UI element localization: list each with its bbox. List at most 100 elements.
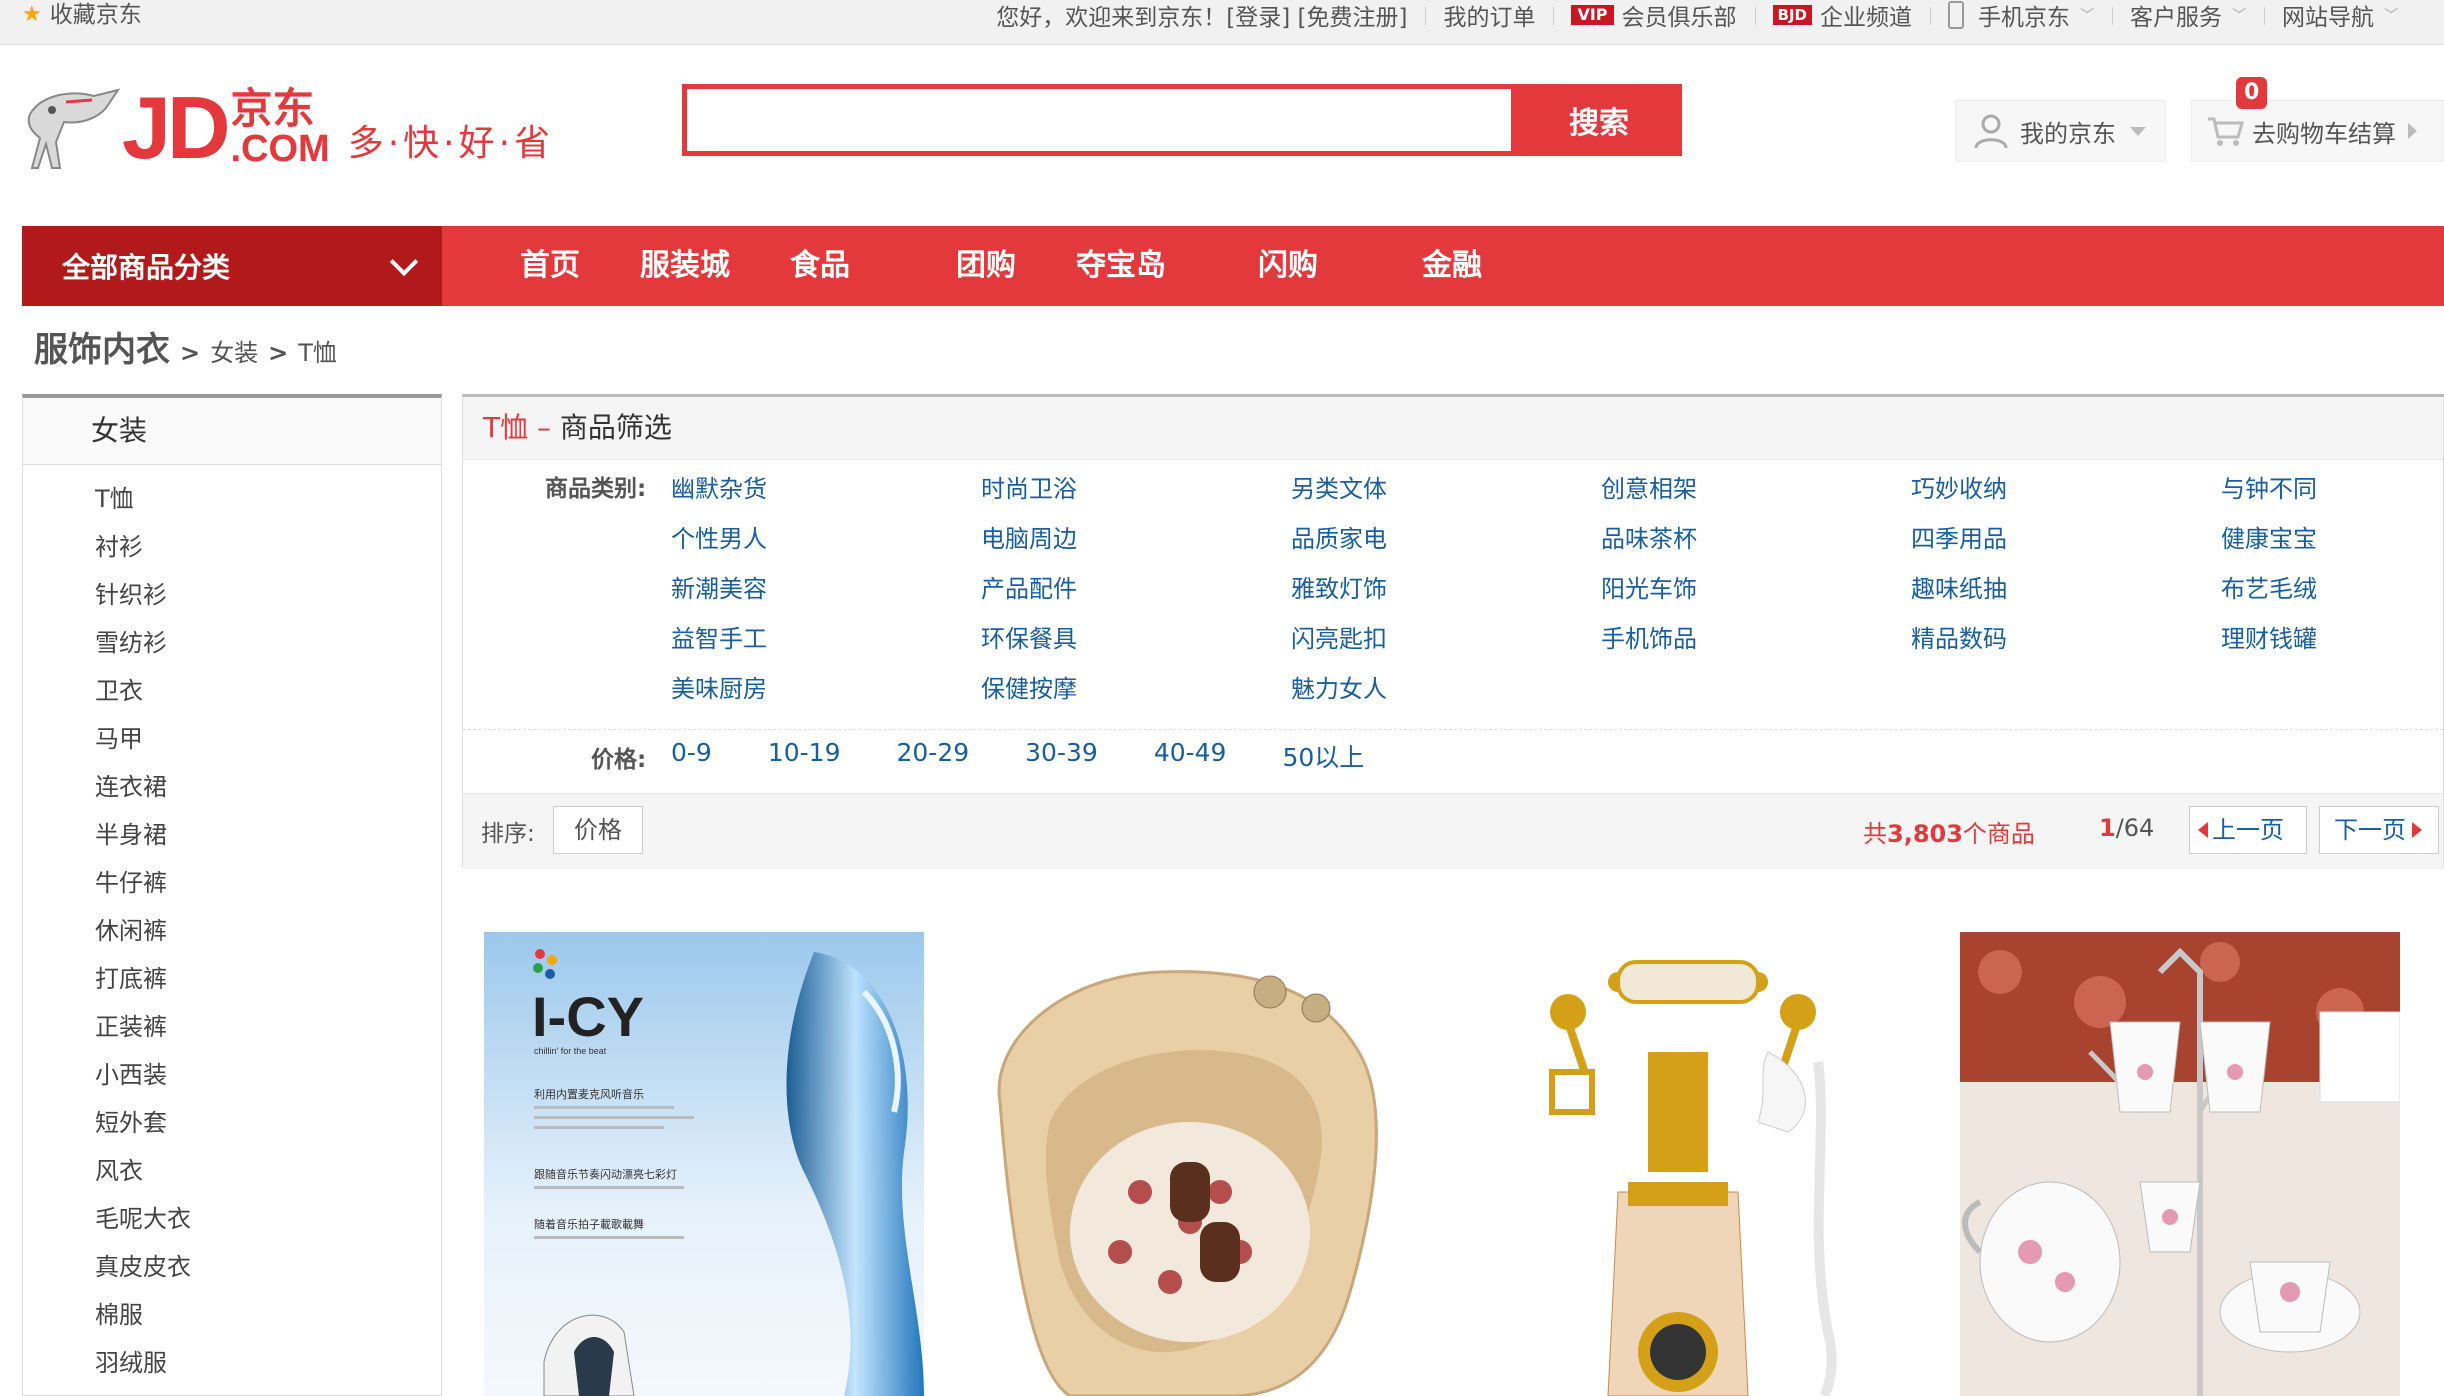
price-option[interactable]: 30-39	[1025, 738, 1098, 774]
sidebar-item[interactable]: 毛呢大衣	[23, 1195, 441, 1243]
mobile-jd-link[interactable]: 手机京东 ﹀	[1930, 0, 2112, 31]
category-option[interactable]: 布艺毛绒	[2221, 569, 2444, 619]
chevron-down-icon: ﹀	[2080, 8, 2094, 24]
price-option[interactable]: 10-19	[768, 738, 841, 774]
page-indicator: 1/64	[2099, 814, 2154, 842]
product-card[interactable]: I-CY chillin' for the beat 利用内置麦克风听音乐 跟随…	[484, 932, 924, 1396]
category-option[interactable]: 益智手工	[671, 619, 981, 669]
sidebar-item[interactable]: 雪纺衫	[23, 619, 441, 667]
count-suffix: 个商品	[1962, 820, 2035, 848]
category-option[interactable]: 魅力女人	[1291, 669, 1601, 719]
chevron-down-icon: ﹀	[2384, 8, 2398, 24]
sidebar-item[interactable]: 休闲裤	[23, 907, 441, 955]
sidebar-item[interactable]: T恤	[23, 475, 441, 523]
category-option[interactable]: 健康宝宝	[2221, 519, 2444, 569]
breadcrumb-level1[interactable]: 女装	[210, 333, 258, 368]
sidebar-item[interactable]: 风衣	[23, 1147, 441, 1195]
sidebar-item[interactable]: 羽绒服	[23, 1339, 441, 1387]
nav-item-food[interactable]: 食品	[790, 226, 850, 306]
category-option[interactable]: 手机饰品	[1601, 619, 1911, 669]
category-option[interactable]: 电脑周边	[981, 519, 1291, 569]
product-card[interactable]	[1960, 932, 2400, 1396]
category-option[interactable]: 产品配件	[981, 569, 1291, 619]
price-option[interactable]: 40-49	[1154, 738, 1227, 774]
favorite-link[interactable]: ★ 收藏京东	[22, 0, 142, 30]
sidebar-item[interactable]: 针织衫	[23, 571, 441, 619]
category-option[interactable]: 理财钱罐	[2221, 619, 2444, 669]
category-option[interactable]: 保健按摩	[981, 669, 1291, 719]
category-option[interactable]: 时尚卫浴	[981, 469, 1291, 519]
category-option[interactable]: 品味茶杯	[1601, 519, 1911, 569]
nav-item-auction[interactable]: 夺宝岛	[1076, 226, 1166, 306]
category-option[interactable]: 幽默杂货	[671, 469, 981, 519]
product-card[interactable]	[1468, 932, 1908, 1396]
customer-service-link[interactable]: 客户服务 ﹀	[2112, 0, 2264, 31]
site-nav-label: 网站导航	[2282, 5, 2374, 31]
next-page-label: 下一页	[2334, 816, 2406, 844]
sidebar-item[interactable]: 小西装	[23, 1051, 441, 1099]
sort-label: 排序:	[481, 821, 535, 847]
vip-club-link[interactable]: VIP 会员俱乐部	[1553, 0, 1754, 31]
nav-item-flash-sale[interactable]: 闪购	[1258, 226, 1318, 306]
category-option[interactable]: 阳光车饰	[1601, 569, 1911, 619]
search-input[interactable]	[682, 84, 1516, 156]
nav-item-group-buy[interactable]: 团购	[956, 226, 1016, 306]
category-option[interactable]: 巧妙收纳	[1911, 469, 2221, 519]
breadcrumb-level2[interactable]: T恤	[298, 333, 337, 368]
category-option[interactable]: 与钟不同	[2221, 469, 2444, 519]
next-page-button[interactable]: 下一页	[2319, 806, 2439, 854]
all-categories-button[interactable]: 全部商品分类	[22, 226, 442, 306]
price-option[interactable]: 50以上	[1282, 738, 1364, 774]
search-button[interactable]: 搜索	[1516, 84, 1682, 156]
product-image: I-CY chillin' for the beat 利用内置麦克风听音乐 跟随…	[484, 932, 924, 1396]
category-option[interactable]: 美味厨房	[671, 669, 981, 719]
product-card[interactable]	[970, 932, 1410, 1396]
nav-item-clothing[interactable]: 服装城	[640, 226, 730, 306]
nav-item-finance[interactable]: 金融	[1422, 226, 1482, 306]
nav-items: 首页 服装城 食品 团购 夺宝岛 闪购 金融	[442, 226, 1482, 306]
category-option[interactable]: 四季用品	[1911, 519, 2221, 569]
price-option[interactable]: 20-29	[897, 738, 970, 774]
category-option[interactable]: 创意相架	[1601, 469, 1911, 519]
sidebar-item[interactable]: 牛仔裤	[23, 859, 441, 907]
breadcrumb-root[interactable]: 服饰内衣	[34, 322, 170, 371]
sidebar-title[interactable]: 女装	[23, 398, 441, 465]
sidebar-item[interactable]: 正装裤	[23, 1003, 441, 1051]
sidebar-item[interactable]: 衬衫	[23, 523, 441, 571]
category-option[interactable]: 趣味纸抽	[1911, 569, 2221, 619]
category-option[interactable]: 精品数码	[1911, 619, 2221, 669]
jd-logo[interactable]: JD 京东 .COM 多·快·好·省	[22, 80, 554, 176]
cart-button[interactable]: 0 去购物车结算	[2191, 77, 2444, 162]
category-option[interactable]: 雅致灯饰	[1291, 569, 1601, 619]
count-prefix: 共	[1863, 820, 1887, 848]
sidebar-item[interactable]: 半身裙	[23, 811, 441, 859]
sidebar-item[interactable]: 连衣裙	[23, 763, 441, 811]
welcome-login-register[interactable]: 您好，欢迎来到京东！[登录] [免费注册]	[978, 0, 1425, 32]
category-option[interactable]: 环保餐具	[981, 619, 1291, 669]
site-nav-link[interactable]: 网站导航 ﹀	[2264, 0, 2416, 31]
sort-price-button[interactable]: 价格	[553, 806, 643, 854]
jd-dog-mascot-icon	[27, 88, 121, 169]
welcome-text[interactable]: 您好，欢迎来到京东！[登录] [免费注册]	[996, 0, 1407, 32]
sidebar-item[interactable]: 打底裤	[23, 955, 441, 1003]
category-option[interactable]: 新潮美容	[671, 569, 981, 619]
sidebar-item[interactable]: 棉服	[23, 1291, 441, 1339]
my-jd-dropdown[interactable]: 我的京东	[1955, 100, 2166, 162]
logo-slogan: 多·快·好·省	[347, 123, 555, 164]
user-icon	[1974, 114, 2008, 149]
my-orders-link[interactable]: 我的订单	[1425, 0, 1553, 31]
nav-item-home[interactable]: 首页	[520, 226, 580, 306]
product-subtitle: chillin' for the beat	[534, 1046, 607, 1056]
sidebar-item[interactable]: 短外套	[23, 1099, 441, 1147]
category-option[interactable]: 品质家电	[1291, 519, 1601, 569]
sidebar-item[interactable]: 真皮皮衣	[23, 1243, 441, 1291]
price-option[interactable]: 0-9	[671, 738, 712, 774]
category-option[interactable]: 个性男人	[671, 519, 981, 569]
enterprise-link[interactable]: BJD 企业频道	[1754, 0, 1930, 31]
prev-page-button[interactable]: 上一页	[2189, 806, 2307, 854]
sort-bar: 排序: 价格 共3,803个商品 1/64 上一页 下一页	[463, 793, 2443, 869]
category-option[interactable]: 另类文体	[1291, 469, 1601, 519]
sidebar-item[interactable]: 马甲	[23, 715, 441, 763]
category-option[interactable]: 闪亮匙扣	[1291, 619, 1601, 669]
sidebar-item[interactable]: 卫衣	[23, 667, 441, 715]
